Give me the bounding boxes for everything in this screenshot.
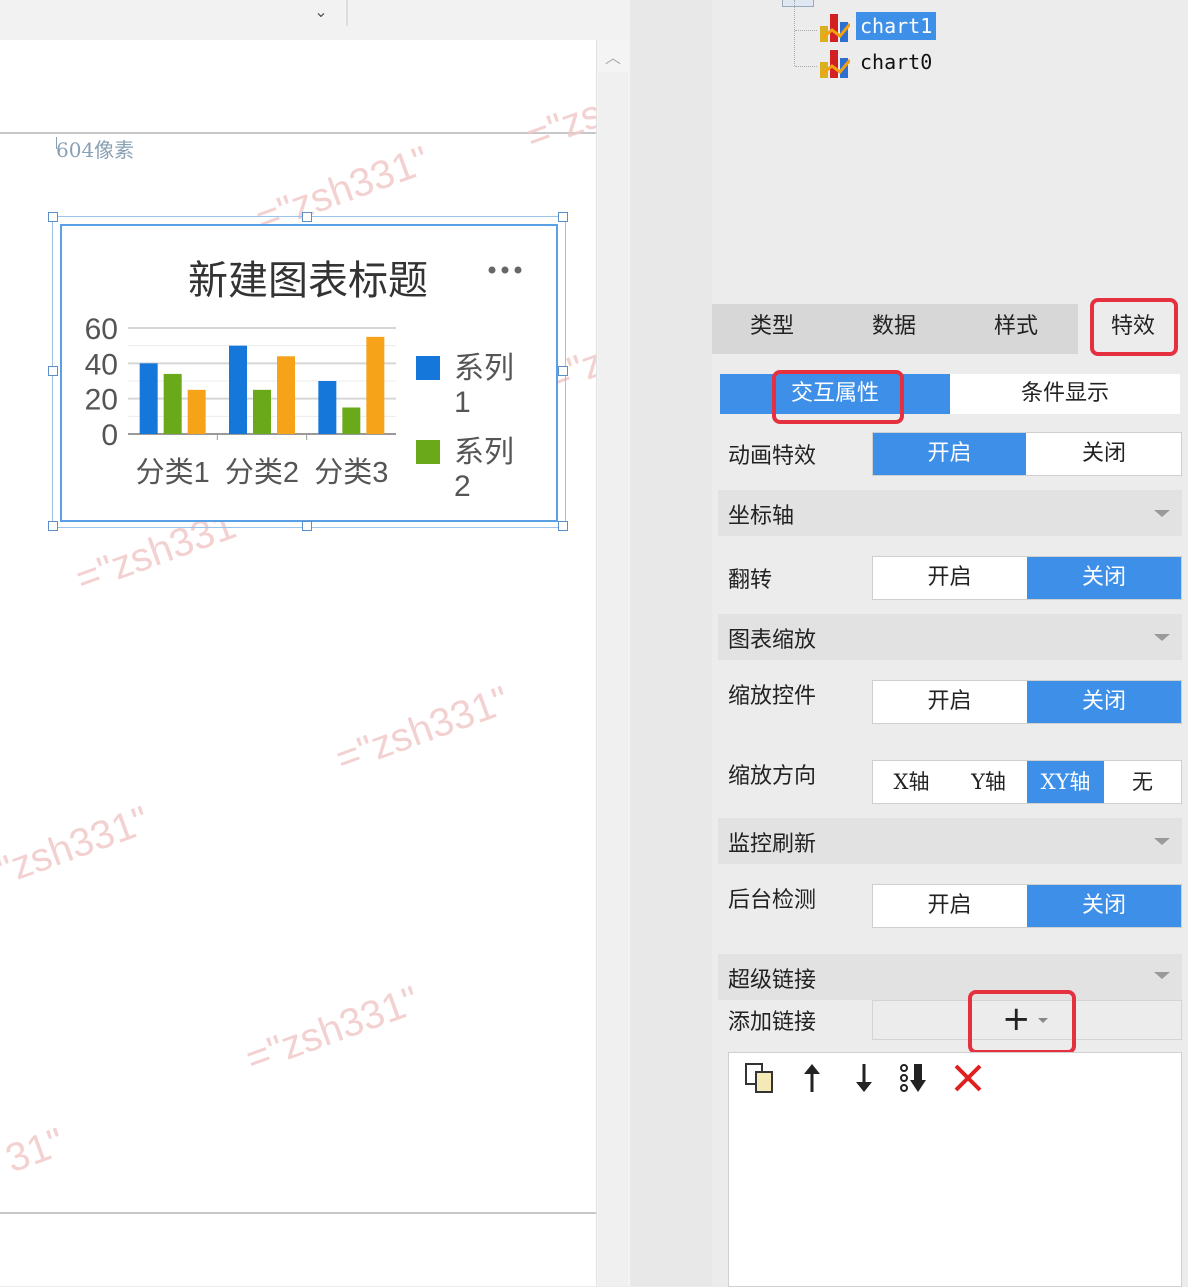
flip-off-option[interactable]: 关闭: [1027, 557, 1181, 599]
background-check-label: 后台检测: [728, 888, 817, 913]
legend-swatch: [416, 356, 440, 380]
legend-swatch: [416, 440, 440, 464]
legend-label: 2: [454, 470, 471, 503]
tree-connector: [794, 0, 796, 66]
panel-gutter: [630, 0, 712, 1286]
background-check-toggle: 开启 关闭: [872, 884, 1182, 928]
bar: [342, 407, 361, 434]
animation-label: 动画特效: [728, 444, 817, 469]
canvas-bottom-line: [0, 1212, 596, 1214]
bar: [366, 336, 385, 434]
section-zoom-title: 图表缩放: [728, 628, 817, 653]
chevron-down-icon[interactable]: ⌄: [306, 2, 336, 22]
collapse-caret-icon[interactable]: [1154, 972, 1170, 979]
highlight-box: [968, 990, 1076, 1054]
x-tick-label: 分类1: [136, 456, 210, 489]
collapse-caret-icon[interactable]: [1154, 510, 1170, 517]
scrollbar-track[interactable]: [598, 72, 628, 1286]
chart-icon: [820, 14, 850, 42]
resize-handle[interactable]: [48, 521, 58, 531]
tab-style[interactable]: 样式: [956, 304, 1076, 354]
link-list[interactable]: [728, 1102, 1182, 1287]
background-check-on-option[interactable]: 开启: [873, 885, 1026, 927]
bar: [253, 389, 271, 434]
flip-label: 翻转: [728, 568, 773, 593]
copy-icon[interactable]: [742, 1060, 778, 1096]
zoom-direction-xy[interactable]: XY轴: [1027, 761, 1104, 803]
collapse-caret-icon[interactable]: [1154, 634, 1170, 641]
zoom-direction-selector: X轴 Y轴 XY轴 无: [872, 760, 1182, 804]
zoom-direction-none[interactable]: 无: [1104, 761, 1181, 803]
zoom-direction-y[interactable]: Y轴: [950, 761, 1027, 803]
resize-handle[interactable]: [48, 366, 58, 376]
toolbar-divider: [346, 0, 348, 26]
collapse-caret-icon[interactable]: [1154, 838, 1170, 845]
zoom-control-toggle: 开启 关闭: [872, 680, 1182, 724]
x-tick-label: 分类2: [225, 456, 299, 489]
bar: [229, 345, 247, 434]
zoom-direction-x[interactable]: X轴: [873, 761, 950, 803]
zoom-control-on-option[interactable]: 开启: [873, 681, 1026, 723]
resize-handle[interactable]: [302, 212, 312, 222]
animation-toggle: 开启 关闭: [872, 432, 1182, 476]
bar-chart: 新建图表标题 6040200 分类1 分类2 分类3 系列1系列2: [85, 259, 522, 503]
add-link-label: 添加链接: [728, 1010, 817, 1035]
resize-handle[interactable]: [558, 366, 568, 376]
resize-handle[interactable]: [558, 521, 568, 531]
tab-condition-display[interactable]: 条件显示: [950, 374, 1180, 414]
tree-parent-node[interactable]: [782, 0, 814, 7]
y-tick-label: 20: [85, 384, 118, 417]
tree-item-chart1[interactable]: chart1: [856, 12, 937, 40]
x-tick-label: 分类3: [314, 456, 388, 489]
highlight-box: [1090, 298, 1178, 356]
highlight-box: [772, 370, 904, 424]
component-tree: [712, 0, 1188, 300]
delete-icon[interactable]: [950, 1060, 986, 1096]
zoom-control-off-option[interactable]: 关闭: [1027, 681, 1181, 723]
arrow-up-icon[interactable]: [794, 1060, 830, 1096]
tab-type[interactable]: 类型: [712, 304, 832, 354]
bar: [163, 373, 182, 434]
chart-title: 新建图表标题: [188, 259, 428, 303]
tree-item-chart0[interactable]: chart0: [856, 48, 936, 76]
zoom-direction-label: 缩放方向: [728, 764, 817, 789]
y-tick-label: 60: [85, 313, 118, 346]
resize-handle[interactable]: [302, 521, 312, 531]
section-hyperlink-title: 超级链接: [728, 968, 817, 993]
legend-label: 系列: [454, 436, 514, 469]
tree-connector: [795, 30, 817, 32]
resize-handle[interactable]: [48, 212, 58, 222]
ruler-pixel-label: 604像素: [56, 138, 135, 162]
chart-icon: [820, 50, 850, 78]
zoom-control-label: 缩放控件: [728, 684, 817, 709]
arrow-down-icon[interactable]: [846, 1060, 882, 1096]
more-horizontal-icon[interactable]: [488, 266, 522, 274]
scroll-up-icon[interactable]: ︿: [602, 44, 624, 67]
flip-toggle: 开启 关闭: [872, 556, 1182, 600]
bar: [187, 389, 206, 434]
legend-label: 1: [454, 386, 471, 419]
background-check-off-option[interactable]: 关闭: [1027, 885, 1181, 927]
move-to-bottom-icon[interactable]: [898, 1060, 934, 1096]
legend-label: 系列: [454, 352, 514, 385]
y-tick-label: 0: [101, 419, 118, 452]
bar: [139, 363, 158, 434]
section-axis-title: 坐标轴: [728, 504, 795, 529]
bar: [318, 381, 337, 434]
tree-connector: [795, 66, 817, 68]
tab-data[interactable]: 数据: [834, 304, 954, 354]
animation-on-option[interactable]: 开启: [873, 433, 1026, 475]
resize-handle[interactable]: [558, 212, 568, 222]
y-tick-label: 40: [85, 348, 118, 381]
section-monitor-title: 监控刷新: [728, 832, 817, 857]
bar: [277, 356, 295, 434]
animation-off-option[interactable]: 关闭: [1027, 433, 1181, 475]
flip-on-option[interactable]: 开启: [873, 557, 1026, 599]
